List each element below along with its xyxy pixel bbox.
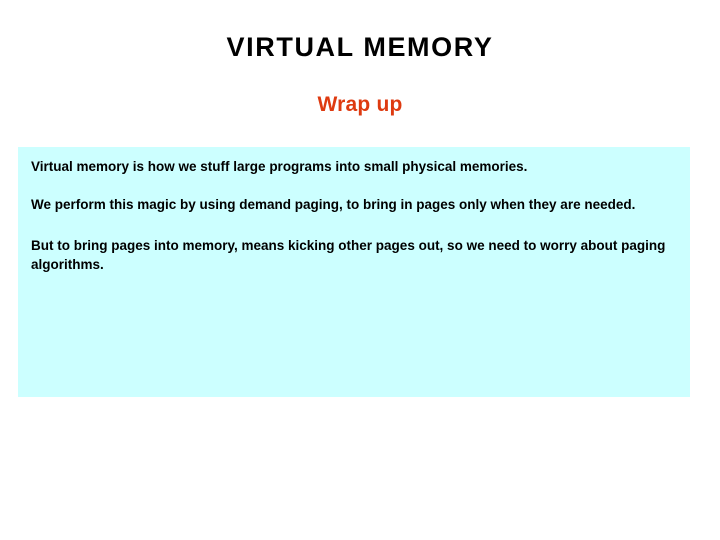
content-box: Virtual memory is how we stuff large pro… [18, 147, 690, 397]
body-paragraph-1: Virtual memory is how we stuff large pro… [31, 159, 528, 174]
slide-canvas: VIRTUAL MEMORY Wrap up Virtual memory is… [0, 0, 720, 540]
body-paragraph-3: But to bring pages into memory, means ki… [31, 238, 666, 272]
body-paragraph-2: We perform this magic by using demand pa… [31, 197, 636, 212]
page-title: VIRTUAL MEMORY [226, 32, 494, 62]
slide-subtitle: Wrap up [317, 93, 403, 116]
